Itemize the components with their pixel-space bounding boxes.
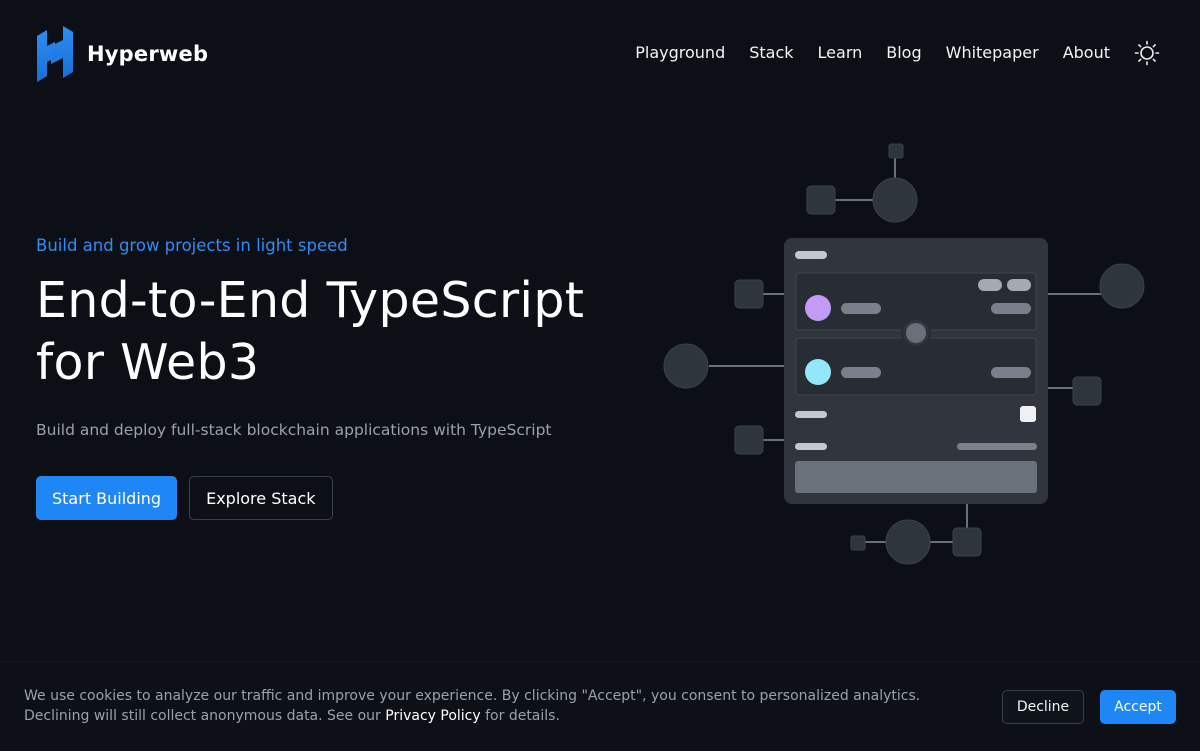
node-circle (885, 519, 931, 565)
app-card-mock (784, 238, 1048, 504)
brand-name: Hyperweb (87, 42, 209, 66)
node-circle (1099, 263, 1145, 309)
hero-subtitle: Build and deploy full-stack blockchain a… (36, 421, 552, 439)
logo-link[interactable]: Hyperweb (35, 24, 208, 84)
cookie-banner: We use cookies to analyze our traffic an… (0, 661, 1200, 751)
nav-item-learn[interactable]: Learn (818, 38, 863, 68)
hero-eyebrow: Build and grow projects in light speed (36, 236, 348, 255)
node-square (952, 527, 982, 557)
node-circle (663, 343, 709, 389)
theme-toggle-button[interactable] (1132, 38, 1162, 68)
cookie-message-suffix: for details. (480, 708, 560, 724)
accept-button[interactable]: Accept (1100, 690, 1176, 724)
site-header: Hyperweb Playground Stack Learn Blog Whi… (0, 0, 1200, 108)
node-square (888, 143, 904, 159)
nav-item-stack[interactable]: Stack (749, 38, 793, 68)
explore-stack-button[interactable]: Explore Stack (189, 476, 333, 520)
sun-icon (1134, 40, 1160, 66)
hyperweb-logo-icon (37, 26, 73, 82)
hero-cta-row: Start Building Explore Stack (36, 476, 636, 520)
decline-button[interactable]: Decline (1002, 690, 1084, 724)
node-square (734, 279, 764, 309)
node-circle (872, 177, 918, 223)
node-square (1072, 376, 1102, 406)
hero-illustration (663, 143, 1145, 606)
nav-item-about[interactable]: About (1063, 38, 1110, 68)
nav-item-playground[interactable]: Playground (635, 38, 725, 68)
hero-title-line-1: End-to-End TypeScript (36, 272, 585, 329)
main-nav: Playground Stack Learn Blog Whitepaper A… (635, 38, 1162, 68)
node-square (806, 185, 836, 215)
hero-section: Build and grow projects in light speed E… (36, 230, 636, 520)
privacy-policy-link[interactable]: Privacy Policy (385, 708, 480, 724)
nav-item-blog[interactable]: Blog (886, 38, 921, 68)
node-square (850, 535, 866, 551)
nav-item-whitepaper[interactable]: Whitepaper (946, 38, 1039, 68)
start-building-button[interactable]: Start Building (36, 476, 178, 520)
cookie-message: We use cookies to analyze our traffic an… (24, 686, 964, 726)
hero-title: End-to-End TypeScript for Web3 (36, 270, 636, 394)
node-square (734, 425, 764, 455)
hero-title-line-2: for Web3 (36, 334, 260, 391)
